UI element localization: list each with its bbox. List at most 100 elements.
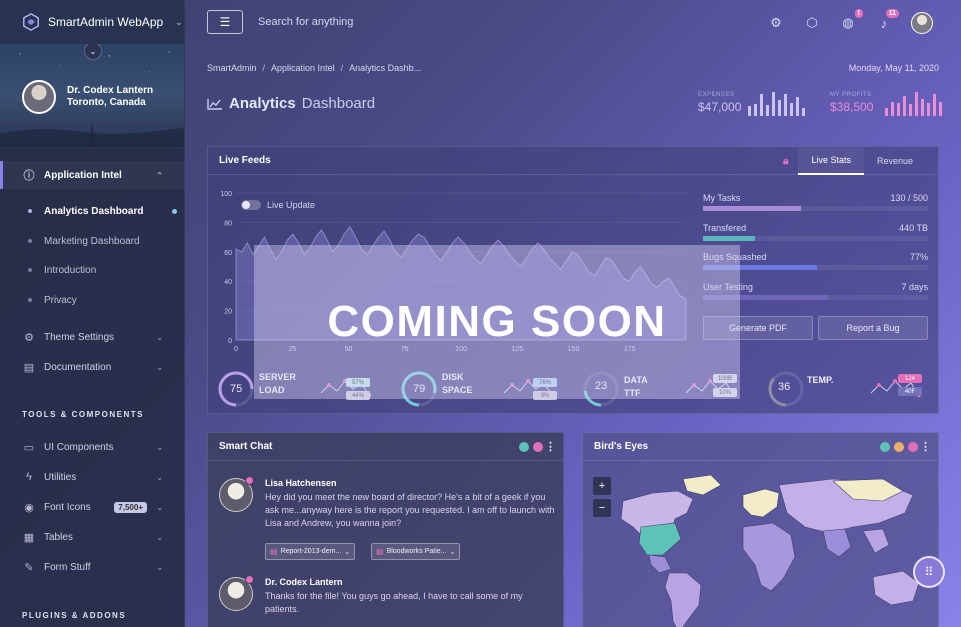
spark-bar — [885, 107, 888, 116]
stat-value: $47,000 — [698, 100, 742, 114]
profile-card: ⌄ Dr. Codex Lantern Toronto, Canada — [0, 44, 184, 148]
profits-stat: MY PROFITS $38,500 — [830, 92, 873, 114]
table-icon: ▦ — [23, 531, 35, 544]
spark-bar — [897, 102, 900, 116]
spark-bar — [939, 101, 942, 116]
active-indicator — [172, 208, 177, 214]
sparkline-point — [893, 379, 897, 383]
mini-pill: 40F — [898, 387, 922, 396]
attachment-chip[interactable]: ▤ Bloodworks Patie... ⌄ — [371, 543, 461, 560]
page-title-bold: Analytics — [229, 95, 296, 112]
nav-heading-tools: TOOLS & COMPONENTS — [22, 410, 144, 419]
menu-toggle-button[interactable]: ☰ — [207, 10, 243, 34]
more-options-icon[interactable]: ⋮ — [545, 440, 556, 453]
bell-icon[interactable]: ♪ 11 — [875, 9, 899, 32]
zoom-in-button[interactable]: + — [593, 477, 611, 495]
chat-author: Dr. Codex Lantern — [265, 577, 343, 587]
sidebar-subitem-privacy[interactable]: Privacy — [0, 286, 185, 314]
brand[interactable]: SmartAdmin WebApp ⌄ — [0, 0, 184, 44]
progress-fill — [703, 235, 755, 241]
status-indicator — [245, 575, 254, 584]
sidebar-item-tables[interactable]: ▦ Tables ⌄ — [0, 523, 185, 551]
stat-row-label: My Tasks — [703, 193, 741, 203]
live-update-toggle[interactable]: Live Update — [241, 200, 315, 210]
color-dot[interactable] — [894, 442, 904, 452]
coming-soon-overlay: COMING SOON — [254, 245, 740, 399]
spark-bar — [909, 104, 912, 116]
search-input[interactable]: Search for anything — [258, 16, 353, 28]
spark-bar — [754, 104, 757, 116]
tab-live-stats[interactable]: Live Stats — [798, 147, 864, 175]
chevron-up-icon: ⌃ — [156, 170, 163, 180]
window-icon: ▭ — [23, 441, 35, 454]
gauge-label: TEMP. — [807, 375, 834, 385]
sidebar-subitem-analytics-dashboard[interactable]: Analytics Dashboard — [0, 197, 185, 225]
color-dot[interactable] — [533, 442, 543, 452]
stat-row-value: 440 TB — [899, 222, 928, 233]
attachment-chip[interactable]: ▤ Report-2013-dem... ⌄ — [265, 543, 356, 560]
panel-tabs: 🔒︎ Live Stats Revenue — [783, 147, 926, 175]
profits-sparkline — [885, 92, 942, 116]
chevron-down-icon[interactable]: ⌄ — [175, 17, 183, 28]
sidebar-subitem-marketing-dashboard[interactable]: Marketing Dashboard — [0, 227, 185, 255]
chevron-down-icon: ⌄ — [156, 562, 163, 572]
breadcrumb-item[interactable]: SmartAdmin — [207, 63, 257, 73]
panel-color-dots — [880, 442, 918, 452]
sidebar-item-label: Form Stuff — [44, 561, 91, 573]
panel-header: Bird's Eyes ⋮ — [583, 433, 938, 461]
stat-row-my-tasks: My Tasks 130 / 500 — [703, 193, 928, 223]
panel-color-dots — [519, 442, 543, 452]
color-dot[interactable] — [908, 442, 918, 452]
sidebar-item-form-stuff[interactable]: ✎ Form Stuff ⌄ — [0, 553, 185, 581]
expenses-sparkline — [748, 92, 805, 116]
panel-title: Live Feeds — [219, 155, 271, 166]
settings-gear-icon[interactable]: ⚙ — [767, 14, 785, 32]
pdf-icon: ▤ — [270, 547, 278, 556]
sidebar-subitem-introduction[interactable]: Introduction — [0, 256, 185, 284]
color-dot[interactable] — [519, 442, 529, 452]
cube-icon[interactable]: ⬡ — [803, 14, 821, 32]
sidebar-subitem-label: Marketing Dashboard — [44, 235, 140, 247]
apps-grid-button[interactable]: ⠿ — [913, 556, 945, 588]
topbar-icons: ⚙ ⬡ ◍ ! ♪ 11 — [767, 9, 933, 34]
spark-bar — [784, 94, 787, 116]
lock-icon[interactable]: 🔒︎ — [783, 156, 788, 167]
chevron-down-icon: ⌄ — [344, 548, 351, 556]
chevron-down-icon: ⌄ — [156, 362, 163, 372]
report-bug-button[interactable]: Report a Bug — [818, 316, 928, 340]
avatar[interactable] — [22, 80, 56, 114]
sidebar-item-label: Tables — [44, 531, 73, 543]
expenses-stat: EXPENSES $47,000 — [698, 92, 741, 114]
more-options-icon[interactable]: ⋮ — [920, 440, 931, 453]
color-dot[interactable] — [880, 442, 890, 452]
pdf-icon: ▤ — [376, 547, 384, 556]
globe-icon[interactable]: ◍ ! — [839, 9, 863, 32]
breadcrumb-item[interactable]: Application Intel — [271, 63, 335, 73]
sidebar-item-utilities[interactable]: ϟ Utilities ⌄ — [0, 463, 185, 491]
sidebar-item-documentation[interactable]: ▤ Documentation ⌄ — [0, 353, 185, 381]
toggle-switch[interactable] — [241, 200, 261, 210]
progress-bar — [703, 235, 928, 241]
zoom-out-button[interactable]: − — [593, 499, 611, 517]
sidebar-item-ui-components[interactable]: ▭ UI Components ⌄ — [0, 433, 185, 461]
y-tick-label: 0 — [228, 338, 232, 345]
stat-value: $38,500 — [830, 100, 874, 114]
sidebar-item-label: Utilities — [44, 471, 77, 483]
sidebar-item-label: Application Intel — [44, 169, 122, 181]
stat-row-label: Transfered — [703, 222, 747, 233]
spark-bar — [772, 92, 775, 116]
user-avatar[interactable] — [911, 12, 933, 34]
sparkline-point — [877, 383, 881, 387]
tab-revenue[interactable]: Revenue — [864, 147, 926, 175]
panel-header: Live Feeds 🔒︎ Live Stats Revenue — [208, 147, 938, 175]
topbar: ☰ Search for anything ⚙ ⬡ ◍ ! ♪ 11 — [185, 0, 961, 44]
sidebar-item-application-intel[interactable]: ⓘ Application Intel ⌃ — [0, 161, 185, 189]
pin-icon: ◉ — [24, 501, 34, 514]
spark-bar — [933, 94, 936, 116]
gear-icon: ⚙ — [24, 331, 34, 344]
sidebar-item-theme-settings[interactable]: ⚙ Theme Settings ⌄ — [0, 323, 185, 351]
sidebar-subitem-label: Introduction — [44, 264, 97, 276]
sidebar-item-font-icons[interactable]: ◉ Font Icons 7,500+ ⌄ — [0, 493, 185, 521]
breadcrumb: SmartAdmin / Application Intel / Analytics D… — [207, 63, 422, 73]
world-map[interactable] — [583, 461, 940, 627]
